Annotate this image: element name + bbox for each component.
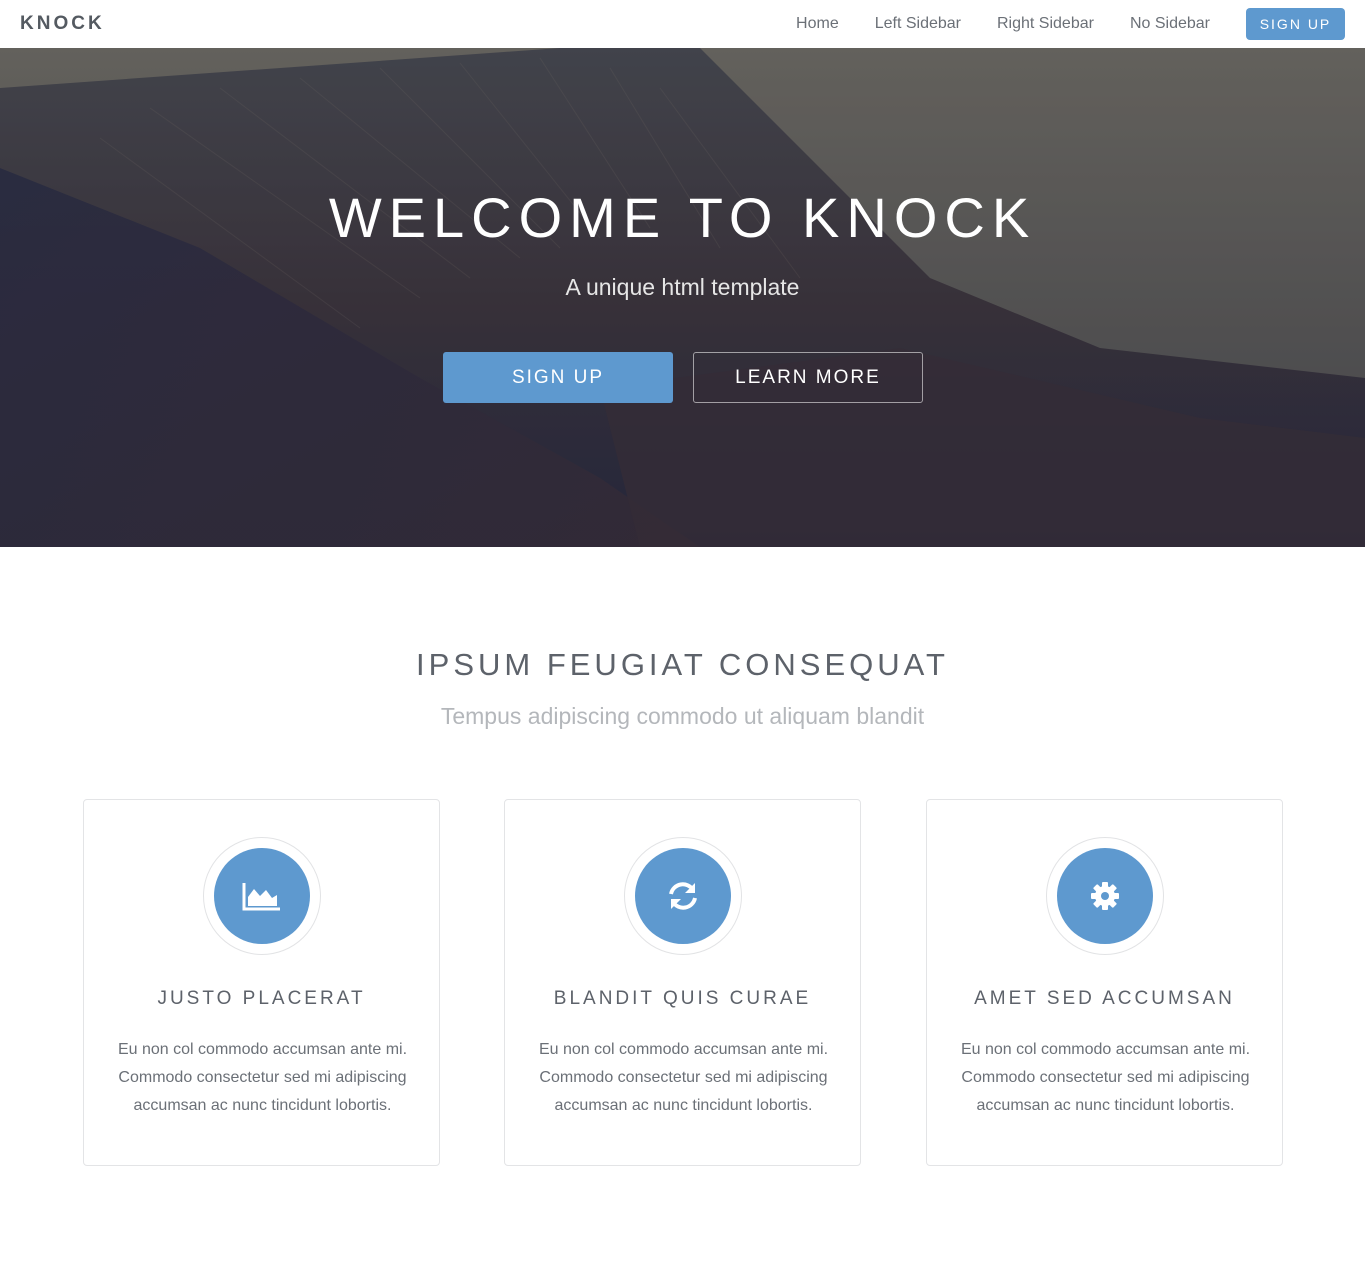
nav-link-left-sidebar[interactable]: Left Sidebar	[875, 15, 961, 33]
icon-ring	[203, 837, 321, 955]
hero-signup-button[interactable]: SIGN UP	[443, 352, 673, 403]
refresh-icon	[635, 848, 731, 944]
feature-card-text: Eu non col commodo accumsan ante mi. Com…	[538, 1041, 829, 1114]
feature-card-title: JUSTO PLACERAT	[157, 988, 366, 1009]
nav-link-no-sidebar[interactable]: No Sidebar	[1130, 15, 1210, 33]
feature-card: BLANDIT QUIS CURAE Eu non col commodo ac…	[504, 799, 861, 1166]
icon-ring	[624, 837, 742, 955]
navbar: KNOCK Home Left Sidebar Right Sidebar No…	[0, 0, 1365, 48]
nav-links: Home Left Sidebar Right Sidebar No Sideb…	[796, 0, 1345, 48]
nav-signup-button[interactable]: SIGN UP	[1246, 8, 1345, 40]
nav-link-home[interactable]: Home	[796, 15, 839, 33]
area-chart-icon	[214, 848, 310, 944]
icon-ring	[1046, 837, 1164, 955]
feature-card: AMET SED ACCUMSAN Eu non col commodo acc…	[926, 799, 1283, 1166]
feature-card-text: Eu non col commodo accumsan ante mi. Com…	[117, 1041, 408, 1114]
feature-card-text: Eu non col commodo accumsan ante mi. Com…	[960, 1041, 1251, 1114]
nav-link-right-sidebar[interactable]: Right Sidebar	[997, 15, 1094, 33]
feature-card-title: BLANDIT QUIS CURAE	[553, 988, 812, 1009]
hero-title: WELCOME TO KNOCK	[328, 186, 1037, 249]
hero-subtitle: A unique html template	[565, 274, 800, 300]
features-subtitle: Tempus adipiscing commodo ut aliquam bla…	[440, 703, 925, 729]
brand-logo[interactable]: KNOCK	[20, 13, 105, 35]
feature-card: JUSTO PLACERAT Eu non col commodo accums…	[83, 799, 440, 1166]
hero-learn-more-button[interactable]: LEARN MORE	[693, 352, 923, 403]
features-title: IPSUM FEUGIAT CONSEQUAT	[416, 647, 949, 682]
gear-icon	[1057, 848, 1153, 944]
feature-card-title: AMET SED ACCUMSAN	[974, 988, 1235, 1009]
hero-banner: WELCOME TO KNOCK A unique html template …	[0, 48, 1365, 547]
